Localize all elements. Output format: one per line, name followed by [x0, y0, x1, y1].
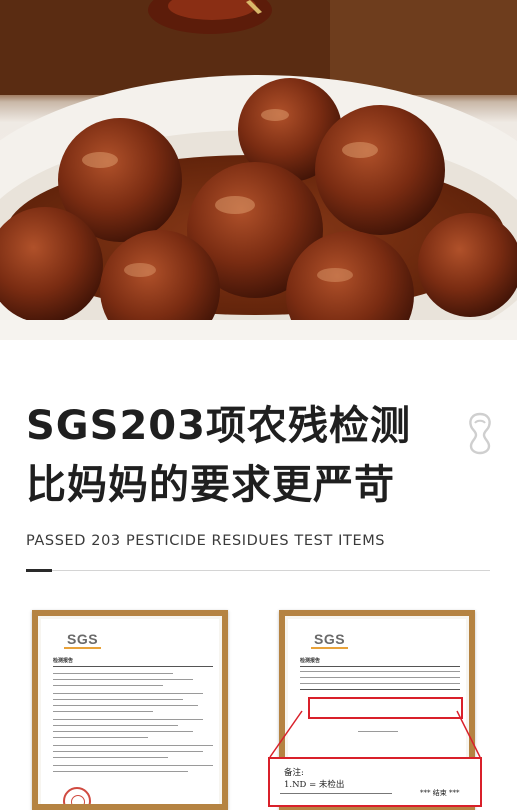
- zoom-note-item: 1.ND = 未检出: [284, 780, 345, 790]
- zoom-note-label: 备注:: [284, 768, 304, 778]
- zoom-rule: [280, 793, 392, 794]
- zoom-end-mark: *** 结束 ***: [420, 789, 460, 797]
- zoom-connector-lines: [269, 710, 481, 758]
